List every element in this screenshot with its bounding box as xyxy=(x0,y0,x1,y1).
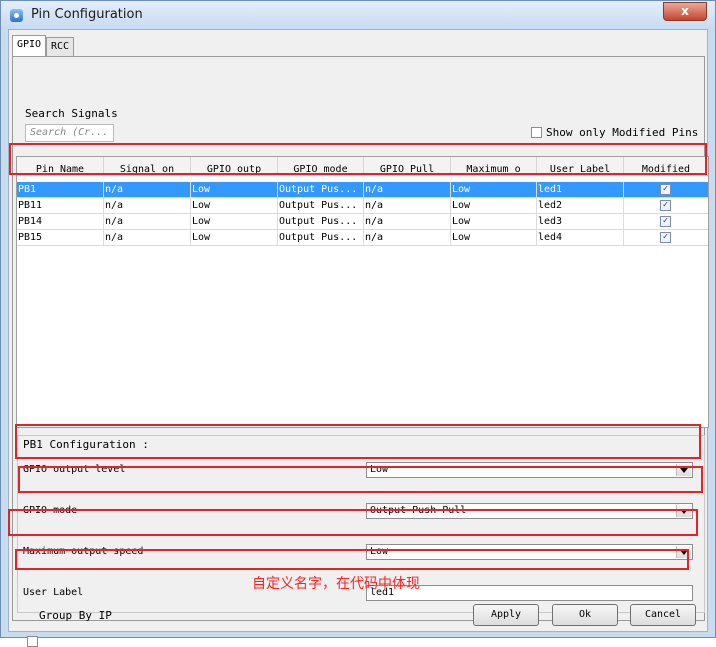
window-title: Pin Configuration xyxy=(31,7,143,22)
cell-signal: n/a xyxy=(104,198,191,214)
dropdown-arrow-icon[interactable] xyxy=(676,546,691,558)
column-header-label: Modified xyxy=(641,164,691,175)
column-header-label: Pin Name xyxy=(35,164,85,175)
apply-button[interactable]: Apply xyxy=(473,604,539,626)
cell-max-speed: Low xyxy=(451,182,537,198)
modified-check-icon: ✓ xyxy=(660,200,671,211)
gpio-mode-label: GPIO mode xyxy=(23,505,78,516)
cell-gpio-pull: n/a xyxy=(364,230,451,246)
column-header-label: GPIO Pull xyxy=(379,164,435,175)
cell-user-label: led2 xyxy=(537,198,624,214)
cell-max-speed: Low xyxy=(451,198,537,214)
tab-rcc[interactable]: RCC xyxy=(46,37,75,57)
show-modified-label: Show only Modified Pins xyxy=(546,126,699,139)
modified-check-icon: ✓ xyxy=(660,184,671,195)
column-header-label: Signal on xyxy=(119,164,175,175)
dropdown-arrow-icon[interactable] xyxy=(676,505,691,517)
cell-gpio-mode: Output Pus... xyxy=(278,230,364,246)
cell-gpio-pull: n/a xyxy=(364,182,451,198)
cell-gpio-mode: Output Pus... xyxy=(278,214,364,230)
column-header-max-speed[interactable]: Maximum o xyxy=(451,157,537,175)
column-header-modified[interactable]: Modified xyxy=(624,157,708,175)
cell-gpio-output: Low xyxy=(191,182,278,198)
cell-gpio-output: Low xyxy=(191,198,278,214)
cell-pin-name: PB11 xyxy=(17,198,104,214)
output-level-select[interactable]: Low xyxy=(366,462,693,478)
cell-gpio-output: Low xyxy=(191,230,278,246)
table-row[interactable]: PB11 n/a Low Output Pus... n/a Low led2 … xyxy=(17,198,708,214)
column-header-gpio-mode[interactable]: GPIO mode xyxy=(278,157,364,175)
cell-signal: n/a xyxy=(104,230,191,246)
column-header-pin-name[interactable]: Pin Name xyxy=(17,157,104,175)
output-level-value: Low xyxy=(370,464,389,475)
search-signals-label: Search Signals xyxy=(25,107,118,120)
cell-user-label: led1 xyxy=(537,182,624,198)
cell-max-speed: Low xyxy=(451,230,537,246)
gpio-mode-select[interactable]: Output Push Pull xyxy=(366,503,693,519)
cell-pin-name: PB15 xyxy=(17,230,104,246)
max-speed-label: Maximum output speed xyxy=(23,546,144,557)
search-input[interactable]: Search (Cr... xyxy=(25,124,114,142)
column-header-label: User Label xyxy=(549,164,611,175)
cancel-button[interactable]: Cancel xyxy=(630,604,696,626)
cell-gpio-output: Low xyxy=(191,214,278,230)
column-header-label: Maximum o xyxy=(466,164,521,175)
table-header: Pin Name Signal on GPIO outp GPIO mode G… xyxy=(17,157,708,176)
cell-gpio-pull: n/a xyxy=(364,198,451,214)
cell-gpio-mode: Output Pus... xyxy=(278,198,364,214)
cell-signal: n/a xyxy=(104,182,191,198)
cell-signal: n/a xyxy=(104,214,191,230)
column-header-signal[interactable]: Signal on xyxy=(104,157,191,175)
ok-button[interactable]: Ok xyxy=(552,604,618,626)
modified-check-icon: ✓ xyxy=(660,216,671,227)
app-icon xyxy=(10,9,23,22)
annotation-text: 自定义名字，在代码中体现 xyxy=(252,576,420,592)
cell-max-speed: Low xyxy=(451,214,537,230)
output-level-label: GPIO output level xyxy=(23,464,126,475)
show-modified-checkbox[interactable] xyxy=(531,127,542,138)
column-header-label: GPIO mode xyxy=(293,164,348,175)
column-header-label: GPIO outp xyxy=(206,164,262,175)
cell-user-label: led3 xyxy=(537,214,624,230)
dropdown-arrow-icon[interactable] xyxy=(676,464,691,476)
cell-gpio-mode: Output Pus... xyxy=(278,182,364,198)
cell-pin-name: PB1 xyxy=(17,182,104,198)
cell-pin-name: PB14 xyxy=(17,214,104,230)
table-row[interactable]: PB1 n/a Low Output Pus... n/a Low led1 ✓ xyxy=(17,182,708,198)
cell-user-label: led4 xyxy=(537,230,624,246)
modified-check-icon: ✓ xyxy=(660,232,671,243)
close-button[interactable]: x xyxy=(663,2,707,21)
pin-configuration-window: Pin Configuration x GPIO RCC Search Sign… xyxy=(0,0,716,647)
dialog-client: GPIO RCC Search Signals Search (Cr... Sh… xyxy=(8,29,709,647)
gpio-tab-panel: Search Signals Search (Cr... Show only M… xyxy=(12,56,709,647)
column-header-gpio-output[interactable]: GPIO outp xyxy=(191,157,278,175)
title-bar[interactable]: Pin Configuration x xyxy=(1,1,715,29)
tab-gpio[interactable]: GPIO xyxy=(12,35,47,57)
config-group-title: PB1 Configuration : xyxy=(23,438,149,451)
table-row[interactable]: PB14 n/a Low Output Pus... n/a Low led3 … xyxy=(17,214,708,230)
group-by-ip-label: Group By IP xyxy=(39,609,112,622)
column-header-gpio-pull[interactable]: GPIO Pull xyxy=(364,157,451,175)
max-speed-value: Low xyxy=(370,546,389,557)
table-row[interactable]: PB15 n/a Low Output Pus... n/a Low led4 … xyxy=(17,230,708,246)
cell-gpio-pull: n/a xyxy=(364,214,451,230)
user-label-label: User Label xyxy=(23,587,84,598)
pin-table: Pin Name Signal on GPIO outp GPIO mode G… xyxy=(16,156,709,428)
max-speed-select[interactable]: Low xyxy=(366,544,693,560)
gpio-mode-value: Output Push Pull xyxy=(370,505,467,516)
column-header-user-label[interactable]: User Label xyxy=(537,157,624,175)
